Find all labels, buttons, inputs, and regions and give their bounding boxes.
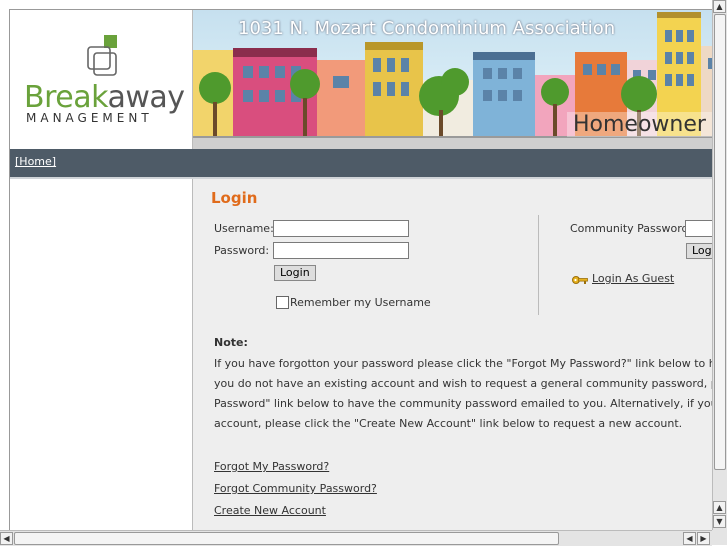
- scroll-left-arrow-icon[interactable]: ◀: [0, 532, 13, 545]
- note-line: Password" link below to have the communi…: [214, 397, 712, 410]
- forgot-password-link[interactable]: Forgot My Password?: [214, 460, 329, 473]
- nav-home-link[interactable]: [Home]: [15, 155, 56, 168]
- logo-wordmark: Breakaway: [24, 80, 185, 115]
- note-line: you do not have an existing account and …: [214, 377, 712, 390]
- scroll-down-arrow-icon[interactable]: ▼: [713, 515, 726, 528]
- scroll-left-arrow-icon[interactable]: ◀: [683, 532, 696, 545]
- login-button[interactable]: Login: [274, 265, 316, 281]
- header-banner: 1031 N. Mozart Condominium Association H…: [193, 10, 712, 149]
- page-container: Breakaway MANAGEMENT 1031 N. Mozart Cond…: [9, 9, 712, 530]
- username-input[interactable]: [273, 220, 409, 237]
- left-sidebar: [10, 179, 193, 530]
- key-icon: [572, 276, 588, 284]
- main-content: Login Username: Password: Login Remember…: [193, 179, 712, 530]
- community-login-button[interactable]: Login: [686, 243, 712, 259]
- forgot-community-password-link[interactable]: Forgot Community Password?: [214, 482, 377, 495]
- vertical-scrollbar[interactable]: ▲ ▲ ▼: [712, 0, 727, 530]
- note-line: account, please click the "Create New Ac…: [214, 417, 683, 430]
- horizontal-scrollbar[interactable]: ◀ ◀ ▶: [0, 530, 712, 546]
- login-divider: [538, 215, 539, 315]
- logo-subtitle: MANAGEMENT: [26, 111, 153, 125]
- note-text: If you have forgotton your password plea…: [214, 354, 712, 434]
- login-heading: Login: [211, 189, 258, 207]
- login-as-guest-link[interactable]: Login As Guest: [592, 272, 674, 285]
- community-password-input[interactable]: [685, 220, 712, 237]
- scroll-up-arrow-icon[interactable]: ▲: [713, 501, 726, 514]
- portal-subtitle: Homeowner: [567, 112, 712, 137]
- scrollbar-corner: [712, 530, 727, 545]
- community-password-label: Community Password:: [570, 222, 693, 235]
- vertical-scroll-thumb[interactable]: [714, 14, 726, 470]
- logo: Breakaway MANAGEMENT: [10, 10, 193, 149]
- remember-username-label: Remember my Username: [290, 296, 431, 309]
- note-heading: Note:: [214, 336, 248, 349]
- header: Breakaway MANAGEMENT 1031 N. Mozart Cond…: [10, 10, 712, 149]
- logo-word-part1: Break: [24, 80, 108, 115]
- logo-word-part2: away: [107, 80, 185, 115]
- create-account-link[interactable]: Create New Account: [214, 504, 326, 517]
- logo-squares-icon: [87, 35, 117, 76]
- association-title: 1031 N. Mozart Condominium Association: [238, 18, 616, 39]
- password-input[interactable]: [273, 242, 409, 259]
- remember-username-checkbox[interactable]: [276, 296, 289, 309]
- scroll-up-arrow-icon[interactable]: ▲: [713, 0, 726, 13]
- horizontal-scroll-thumb[interactable]: [14, 532, 559, 545]
- password-label: Password:: [214, 244, 270, 257]
- scroll-right-arrow-icon[interactable]: ▶: [697, 532, 710, 545]
- note-line: If you have forgotton your password plea…: [214, 357, 712, 370]
- username-label: Username:: [214, 222, 274, 235]
- browser-viewport: Breakaway MANAGEMENT 1031 N. Mozart Cond…: [0, 0, 712, 530]
- nav-bar: [Home]: [10, 149, 712, 179]
